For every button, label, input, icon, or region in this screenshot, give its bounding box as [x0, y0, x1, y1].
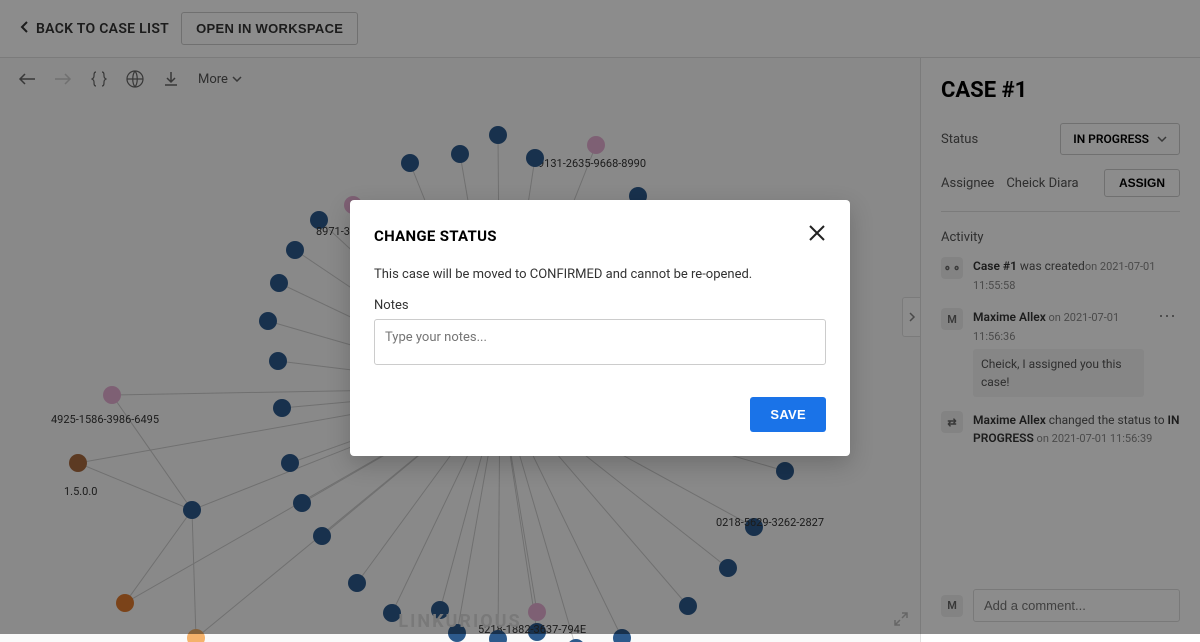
change-status-modal: CHANGE STATUS This case will be moved to… [350, 200, 850, 456]
modal-title: CHANGE STATUS [374, 227, 497, 245]
save-button[interactable]: SAVE [750, 397, 826, 432]
notes-label: Notes [374, 298, 826, 313]
notes-input[interactable] [374, 319, 826, 365]
modal-description: This case will be moved to CONFIRMED and… [374, 267, 826, 282]
close-icon[interactable] [808, 224, 826, 247]
